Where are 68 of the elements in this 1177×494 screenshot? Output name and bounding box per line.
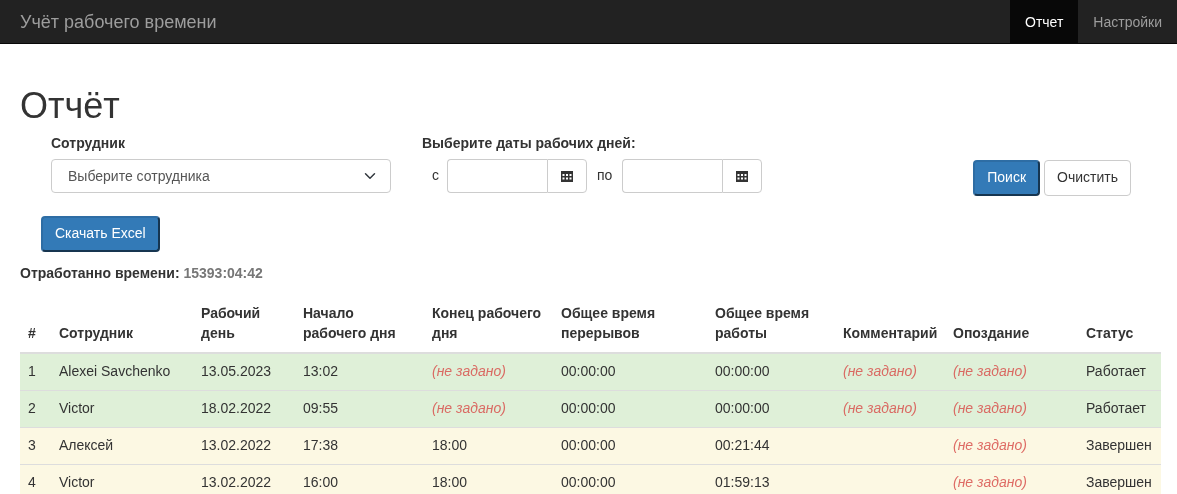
column-header: Комментарий [835,295,945,353]
worked-time-value: 15393:04:42 [183,264,263,281]
employee-select[interactable]: Выберите сотрудника [51,158,391,193]
cell-text: 00:00:00 [561,436,616,453]
unset-value: (не задано) [432,362,506,379]
unset-value: (не задано) [953,362,1027,379]
worked-time-label: Отработанно времени: [20,264,180,281]
from-label: с [432,165,439,185]
cell-text: 13.02.2022 [201,436,272,453]
cell-text: 18:00 [432,436,468,453]
download-button[interactable]: Скачать Excel [41,215,160,252]
column-header: # [20,295,51,353]
unset-value: (не задано) [953,473,1027,490]
calendar-button[interactable] [722,158,763,193]
unset-value: (не задано) [953,399,1027,416]
cell-text: 01:59:13 [715,473,770,490]
date-input[interactable] [447,158,547,193]
unset-value: (не задано) [953,436,1027,453]
cell-text: Завершен [1086,436,1152,453]
cell-text: Работает [1086,399,1146,416]
cell-text: 00:00:00 [561,399,616,416]
cell-text: 16:00 [303,473,339,490]
calendar-icon [561,169,573,182]
page-title: Отчёт [20,86,121,126]
cell-text: 13.02.2022 [201,473,272,490]
cell-text: Алексей [59,436,114,453]
cell-text: Victor [59,473,95,490]
cell-text: 00:00:00 [561,473,616,490]
cell-text: 13.05.2023 [201,362,272,379]
column-header: Конец рабочего дня [424,295,553,353]
nav-link[interactable]: Отчет [1010,0,1079,43]
cell-text: Alexei Savchenko [59,362,171,379]
column-header: Рабочий день [193,295,295,353]
app-title: Учёт рабочего времени [19,11,218,34]
cell-text: Завершен [1086,473,1152,490]
column-header: Статус [1078,295,1161,353]
search-button[interactable]: Поиск [973,159,1041,196]
cell-text: 00:00:00 [715,399,770,416]
cell-text: 2 [28,399,36,416]
cell-text: 1 [28,362,36,379]
cell-text: 00:00:00 [715,362,770,379]
cell-text: 18.02.2022 [201,399,272,416]
cell-text: Работает [1086,362,1146,379]
cell-text: 3 [28,436,36,453]
field-label: Выберите даты рабочих дней: [422,133,637,153]
unset-value: (не задано) [843,399,917,416]
cell-text: Victor [59,399,95,416]
to-label: по [597,165,613,185]
unset-value: (не задано) [432,399,506,416]
cell-text: 17:38 [303,436,339,453]
nav-link[interactable]: Настройки [1078,0,1177,43]
column-header: Общее время работы [707,295,835,353]
calendar-button[interactable] [547,158,587,193]
column-header: Общее время перерывов [553,295,707,353]
calendar-icon [736,169,749,182]
unset-value: (не задано) [843,362,917,379]
cell-text: 4 [28,473,36,490]
date-input[interactable] [622,158,723,193]
field-label: Сотрудник [51,133,126,153]
cell-text: 09:55 [303,399,339,416]
column-header: Начало рабочего дня [295,295,424,353]
cell-text: 00:00:00 [561,362,616,379]
cell-text: 18:00 [432,473,468,490]
column-header: Опоздание [945,295,1078,353]
column-header: Сотрудник [51,295,193,353]
cell-text: 00:21:44 [715,436,770,453]
clear-button[interactable]: Очистить [1044,159,1131,196]
cell-text: 13:02 [303,362,339,379]
